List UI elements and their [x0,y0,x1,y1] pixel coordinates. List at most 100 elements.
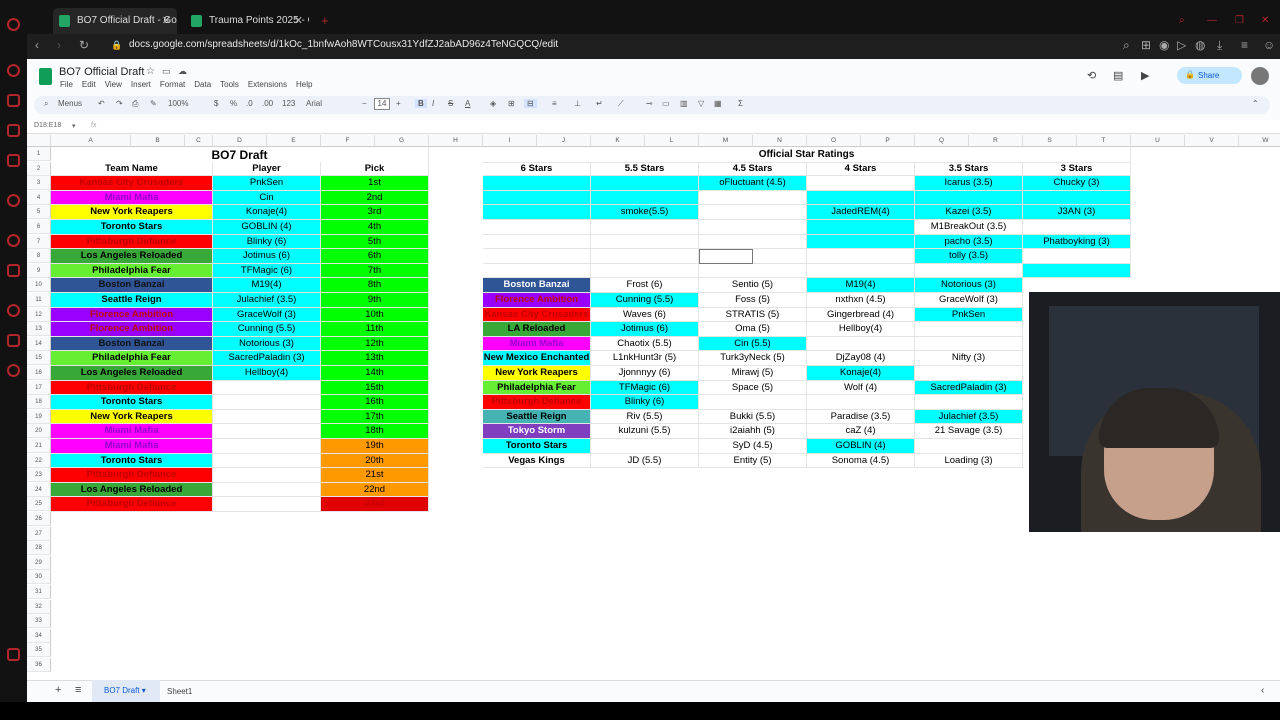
team-cell[interactable]: Pittsburgh Defiance [51,380,213,396]
roster-player-cell[interactable]: Loading (3) [915,453,1023,469]
team-cell[interactable]: Philadelphia Fear [51,351,213,366]
print-icon[interactable]: ⎙ [132,99,138,109]
rating-cell[interactable] [807,176,915,191]
column-header[interactable]: P [861,135,915,147]
player-cell[interactable]: Julachief (3.5) [213,293,321,308]
decrease-decimals-button[interactable]: .0 [246,99,253,108]
close-icon[interactable]: ✕ [294,8,303,34]
roster-player-cell[interactable]: Frost (6) [591,278,699,293]
roster-player-cell[interactable]: caZ (4) [807,424,915,439]
roster-player-cell[interactable]: Sonoma (4.5) [807,453,915,469]
merge-cells-icon[interactable]: ⊟ [524,99,537,108]
roster-team-cell[interactable]: Florence Ambition [483,293,591,308]
team-cell[interactable]: Pittsburgh Defiance [51,234,213,250]
rating-cell[interactable] [591,234,699,250]
team-cell[interactable]: Seattle Reign [51,293,213,308]
row-header[interactable]: 6 [27,220,51,234]
sheet-tab-sheet1[interactable]: Sheet1 [167,687,192,696]
rating-cell[interactable] [1023,263,1131,279]
player-cell[interactable] [213,395,321,410]
rating-cell[interactable]: J3AN (3) [1023,205,1131,220]
rating-cell[interactable] [483,190,591,206]
roster-team-cell[interactable]: Seattle Reign [483,409,591,425]
redo-icon[interactable]: ↷ [116,99,123,108]
row-header[interactable]: 13 [27,322,51,337]
row-header[interactable]: 12 [27,307,51,322]
roster-player-cell[interactable]: Hellboy(4) [807,322,915,337]
rating-cell[interactable]: Icarus (3.5) [915,176,1023,191]
row-header[interactable]: 34 [27,628,51,643]
roster-team-cell[interactable]: Miami Mafia [483,336,591,352]
roster-player-cell[interactable]: Turk3yNeck (5) [699,351,807,366]
column-header[interactable]: R [969,135,1023,147]
currency-button[interactable]: $ [214,99,218,108]
rating-cell[interactable] [807,220,915,235]
roster-player-cell[interactable]: 21 Savage (3.5) [915,424,1023,439]
increase-decimals-button[interactable]: .00 [262,99,273,108]
rating-cell[interactable] [1023,249,1131,264]
ratings-title[interactable]: Official Star Ratings [483,147,1131,163]
font-size-increase-icon[interactable]: + [396,99,401,108]
roster-player-cell[interactable]: JD (5.5) [591,453,699,469]
meet-icon[interactable]: ▶ [1141,69,1149,82]
borders-icon[interactable]: ⊞ [508,99,515,108]
menu-insert[interactable]: Insert [131,80,151,89]
add-sheet-icon[interactable]: + [55,684,61,696]
pick-cell[interactable]: 3rd [321,205,429,220]
rating-header[interactable]: 4.5 Stars [699,161,807,177]
pick-cell[interactable]: 19th [321,439,429,454]
send-icon[interactable] [7,264,20,277]
rating-cell[interactable] [807,263,915,279]
instagram-icon[interactable] [7,154,20,167]
roster-player-cell[interactable]: GOBLIN (4) [807,439,915,454]
roster-player-cell[interactable]: Jotimus (6) [591,322,699,337]
rating-cell[interactable] [591,263,699,279]
menu-icon[interactable]: ≡ [1241,38,1248,52]
search-tabs-icon[interactable]: ⌕ [1177,8,1195,34]
row-header[interactable]: 8 [27,249,51,264]
pick-cell[interactable]: 17th [321,409,429,425]
column-header[interactable]: T [1077,135,1131,147]
rating-cell[interactable] [1023,190,1131,206]
row-header[interactable]: 32 [27,599,51,614]
roster-player-cell[interactable]: Oma (5) [699,322,807,337]
font-size-input[interactable]: 14 [374,98,390,110]
roster-team-cell[interactable]: Pittsburgh Defiance [483,395,591,410]
undo-icon[interactable]: ↶ [98,99,105,108]
pick-cell[interactable]: 15th [321,380,429,396]
home-icon[interactable] [7,94,20,107]
player-cell[interactable]: TFMagic (6) [213,263,321,279]
align-vertical-icon[interactable]: ⊥ [574,99,581,108]
pick-cell[interactable]: 9th [321,293,429,308]
row-header[interactable]: 17 [27,380,51,395]
team-cell[interactable]: Los Angeles Reloaded [51,482,213,498]
roster-player-cell[interactable]: Sentio (5) [699,278,807,293]
row-header[interactable]: 19 [27,409,51,424]
row-header[interactable]: 11 [27,293,51,307]
rating-cell[interactable] [699,220,807,235]
row-header[interactable]: 29 [27,555,51,570]
column-header[interactable]: E [267,135,321,147]
roster-player-cell[interactable]: DjZay08 (4) [807,351,915,366]
paint-format-icon[interactable]: ✎ [150,99,157,108]
pick-cell[interactable]: 21st [321,468,429,483]
team-cell[interactable]: Florence Ambition [51,322,213,337]
team-cell[interactable]: Pittsburgh Defiance [51,497,213,512]
column-header[interactable]: S [1023,135,1077,147]
rating-cell[interactable] [699,234,807,250]
roster-player-cell[interactable]: M19(4) [807,278,915,293]
opera-logo-icon[interactable] [7,18,20,31]
twitch-icon[interactable] [7,124,20,137]
column-header[interactable]: M [699,135,753,147]
pick-cell[interactable]: 4th [321,220,429,235]
row-header[interactable]: 28 [27,541,51,556]
roster-team-cell[interactable]: Toronto Stars [483,439,591,454]
roster-team-cell[interactable]: New Mexico Enchanted [483,351,591,366]
rating-cell[interactable] [807,234,915,250]
rating-cell[interactable]: oFluctuant (4.5) [699,176,807,191]
menu-format[interactable]: Format [160,80,185,89]
comment-icon[interactable]: ▭ [662,99,670,108]
roster-player-cell[interactable]: STRATIS (5) [699,307,807,323]
row-header[interactable]: 20 [27,424,51,439]
rating-cell[interactable] [807,249,915,264]
